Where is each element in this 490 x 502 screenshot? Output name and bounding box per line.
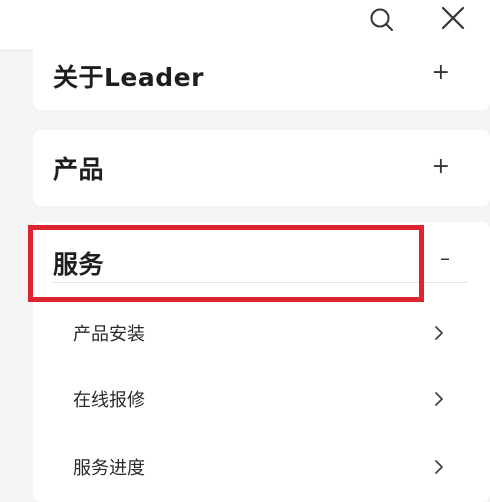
close-icon[interactable] [437, 4, 469, 34]
chevron-right-icon [435, 460, 443, 474]
section-title-products: 产品 [53, 155, 105, 184]
expand-icon[interactable]: + [432, 156, 450, 178]
submenu-item-progress[interactable]: 服务进度 [33, 438, 490, 498]
collapse-icon[interactable]: – [440, 248, 450, 268]
menu-section-products[interactable]: 产品 + [33, 130, 490, 206]
chevron-right-icon [435, 392, 443, 406]
submenu-item-install[interactable]: 产品安装 [33, 304, 490, 364]
submenu-item-label: 产品安装 [73, 324, 145, 345]
expand-icon[interactable]: + [432, 62, 450, 84]
section-title-about-leader: 关于Leader [53, 63, 204, 92]
submenu-item-repair[interactable]: 在线报修 [33, 370, 490, 430]
chevron-right-icon [435, 326, 443, 340]
top-bar [0, 0, 490, 51]
highlight-box [28, 225, 424, 302]
search-icon[interactable] [367, 4, 397, 34]
submenu-item-label: 服务进度 [73, 458, 145, 479]
menu-section-about-leader[interactable]: 关于Leader + [33, 50, 490, 110]
submenu-item-label: 在线报修 [73, 390, 145, 411]
